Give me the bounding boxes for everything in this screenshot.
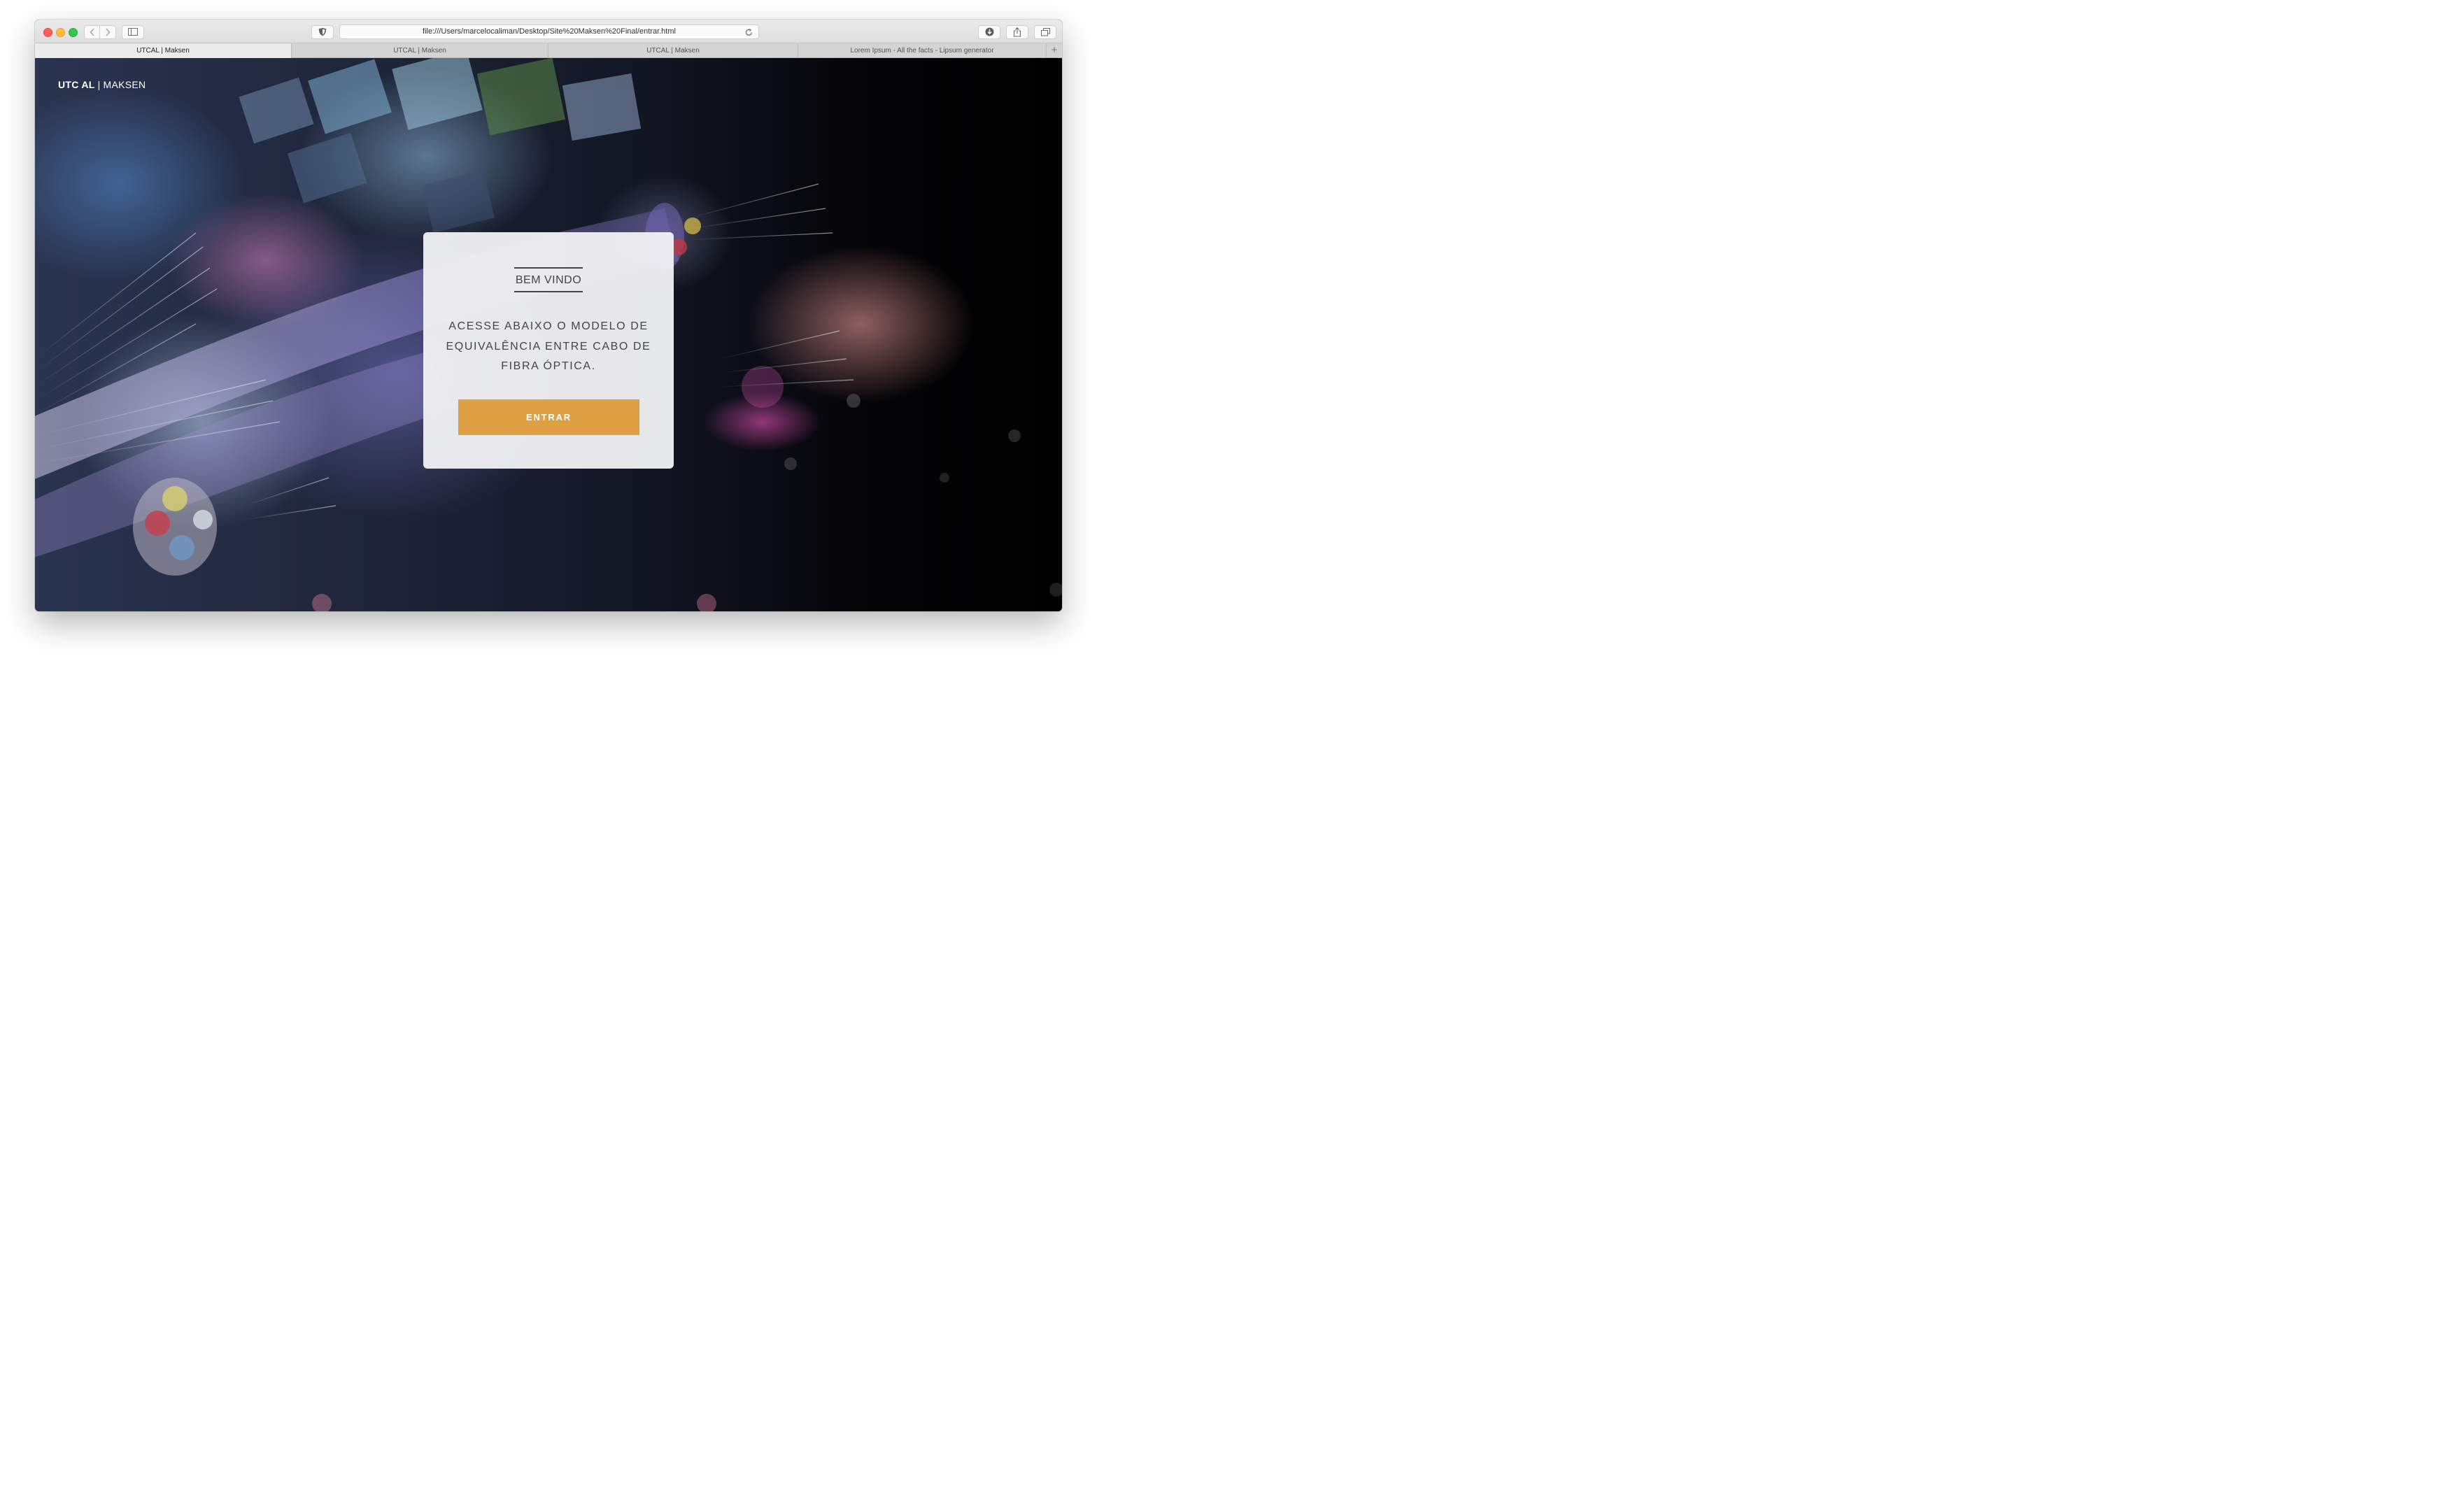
shield-icon — [318, 27, 327, 36]
welcome-title: BEM VINDO — [514, 267, 583, 292]
tab-label: UTCAL | Maksen — [393, 47, 446, 55]
browser-window: file:///Users/marcelocaliman/Desktop/Sit… — [35, 20, 1062, 611]
site-logo[interactable]: UTC AL | MAKSEN — [58, 79, 146, 90]
welcome-card: BEM VINDO ACESSE ABAIXO O MODELO DE EQUI… — [423, 232, 674, 469]
close-window-button[interactable] — [43, 28, 52, 37]
tab-utcal-2[interactable]: UTCAL | Maksen — [292, 43, 548, 58]
browser-toolbar: file:///Users/marcelocaliman/Desktop/Sit… — [35, 20, 1062, 43]
welcome-message: ACESSE ABAIXO O MODELO DE EQUIVALÊNCIA E… — [446, 320, 651, 372]
tab-utcal-1[interactable]: UTCAL | Maksen — [35, 43, 292, 58]
minimize-window-button[interactable] — [56, 28, 65, 37]
photo-strip — [239, 58, 642, 233]
tab-overview-button[interactable] — [1034, 25, 1056, 39]
chevron-right-icon — [106, 28, 111, 36]
back-button[interactable] — [84, 25, 100, 39]
tab-label: UTCAL | Maksen — [136, 47, 190, 55]
tab-lorem-ipsum[interactable]: Lorem Ipsum - All the facts - Lipsum gen… — [798, 43, 1047, 58]
enter-button[interactable]: ENTRAR — [458, 399, 639, 435]
sidebar-toggle-button[interactable] — [122, 25, 144, 39]
sidebar-icon — [128, 28, 138, 36]
new-tab-button[interactable]: + — [1047, 43, 1062, 58]
address-bar[interactable]: file:///Users/marcelocaliman/Desktop/Sit… — [339, 24, 759, 39]
downloads-button[interactable] — [978, 25, 1000, 39]
chevron-left-icon — [90, 28, 94, 36]
tab-label: Lorem Ipsum - All the facts - Lipsum gen… — [850, 47, 994, 55]
address-url: file:///Users/marcelocaliman/Desktop/Sit… — [423, 27, 676, 36]
brand-maksen: MAKSEN — [103, 79, 146, 90]
tab-utcal-3[interactable]: UTCAL | Maksen — [548, 43, 798, 58]
tab-bar: UTCAL | Maksen UTCAL | Maksen UTCAL | Ma… — [35, 43, 1062, 58]
download-icon — [985, 27, 993, 36]
zoom-window-button[interactable] — [69, 28, 78, 37]
plus-icon: + — [1051, 44, 1058, 56]
brand-separator: | — [97, 79, 101, 90]
share-icon — [1013, 27, 1021, 37]
brand-utcal: UTC AL — [58, 79, 95, 90]
reload-icon — [745, 29, 752, 36]
page-viewport: UTC AL | MAKSEN BEM VINDO ACESSE ABAIXO O … — [35, 58, 1062, 611]
reload-button[interactable] — [745, 25, 753, 38]
tab-label: UTCAL | Maksen — [646, 47, 700, 55]
share-button[interactable] — [1006, 25, 1028, 39]
tabs-overview-icon — [1040, 28, 1050, 36]
privacy-report-button[interactable] — [311, 25, 334, 39]
forward-button[interactable] — [100, 25, 116, 39]
